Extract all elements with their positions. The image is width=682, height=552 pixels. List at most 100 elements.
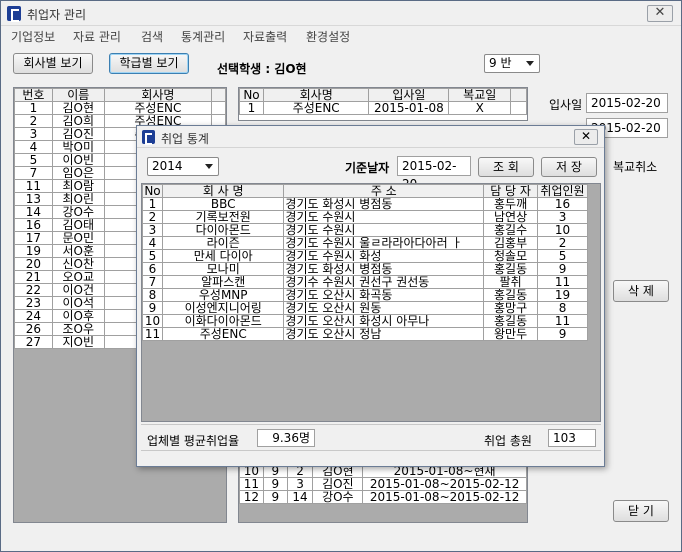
- table-cell: 16: [14, 218, 53, 232]
- table-cell: 문O민: [51, 231, 105, 245]
- table-cell: 만세 다이아: [161, 249, 285, 263]
- history-grid[interactable]: 10 9 2 김O현 2015-01-08~현재 11 9 3 김O진 2015-01-08~20…: [238, 463, 528, 523]
- table-cell: 김O현: [51, 101, 105, 115]
- col-header-company-name: 회 사 명: [161, 184, 285, 198]
- col-header-company-name: 회사명: [262, 88, 370, 102]
- table-cell: 조O우: [51, 322, 105, 336]
- table-cell: 8: [537, 301, 588, 315]
- table-cell: 6: [142, 262, 163, 276]
- table-row[interactable]: 1 김O현 주성ENC: [14, 101, 226, 115]
- company-grid[interactable]: No 회사명 입사일 복교일 1 주성ENC 2015-01-08 X: [238, 87, 528, 121]
- chevron-down-icon: [526, 61, 534, 66]
- avg-employment-label: 업체별 평균취업율: [147, 434, 240, 448]
- table-row[interactable]: 5 만세 다이아 경기도 수원시 화성 청솔모 5: [142, 249, 588, 263]
- view-by-company-button[interactable]: 회사별 보기: [13, 53, 93, 74]
- menu-company-info[interactable]: 기업정보: [11, 28, 55, 45]
- table-cell: 경기도 오산시 정남: [283, 327, 485, 341]
- table-cell: 홍길동: [483, 314, 539, 328]
- divider: [141, 450, 601, 451]
- table-row[interactable]: 3 다이아몬드 경기도 수원시 홍길수 10: [142, 223, 588, 237]
- table-cell: 12: [239, 490, 264, 504]
- table-cell: 남연상: [483, 210, 539, 224]
- class-select-value: 9 반: [489, 56, 512, 70]
- year-select[interactable]: 2014: [147, 157, 219, 176]
- table-cell: 주성ENC: [161, 327, 285, 341]
- table-cell: 경기도 화성시 병점동: [283, 262, 485, 276]
- base-date-field[interactable]: 2015-02-20: [397, 156, 471, 191]
- table-cell: 4: [142, 236, 163, 250]
- table-cell: 주성ENC: [262, 101, 370, 115]
- app-icon: [142, 130, 155, 145]
- table-cell: 홍망구: [483, 301, 539, 315]
- table-row[interactable]: 6 모나미 경기도 화성시 병점동 홍길동 9: [142, 262, 588, 276]
- query-button[interactable]: 조 회: [478, 157, 534, 177]
- close-icon[interactable]: ✕: [574, 129, 598, 145]
- table-row[interactable]: 1 주성ENC 2015-01-08 X: [239, 101, 527, 115]
- table-cell: 최O람: [51, 179, 105, 193]
- table-cell: 팔취: [483, 275, 539, 289]
- table-cell: 14: [14, 205, 53, 219]
- menu-statistics[interactable]: 통계관리: [181, 28, 225, 45]
- table-cell: 10: [537, 223, 588, 237]
- table-cell: 강O수: [51, 205, 105, 219]
- table-cell: 9: [142, 301, 163, 315]
- menu-search[interactable]: 검색: [141, 28, 163, 45]
- table-cell: 23: [14, 296, 53, 310]
- col-header-no: No: [142, 184, 163, 198]
- divider: [141, 424, 601, 425]
- col-header-name: 이름: [51, 88, 105, 102]
- table-row[interactable]: 4 라이즌 경기도 수원시 울ㄹ라라아다아러 ㅏ 김홍부 2: [142, 236, 588, 250]
- class-select[interactable]: 9 반: [484, 54, 540, 73]
- close-icon[interactable]: ✕: [647, 5, 673, 22]
- col-header-company: 회사명: [103, 88, 213, 102]
- col-header-manager: 담 당 자: [483, 184, 539, 198]
- table-cell: 알파스캔: [161, 275, 285, 289]
- table-cell: 3: [142, 223, 163, 237]
- table-cell: 17: [14, 231, 53, 245]
- table-cell: 경기도 수원시 울ㄹ라라아다아러 ㅏ: [283, 236, 485, 250]
- delete-button[interactable]: 삭 제: [613, 280, 669, 302]
- table-row[interactable]: 10 이화다이아몬드 경기도 오산시 화성시 아무나 홍길동 11: [142, 314, 588, 328]
- table-cell: 김O진: [312, 477, 364, 491]
- close-button[interactable]: 닫 기: [613, 500, 669, 522]
- table-cell: 홍길수: [483, 223, 539, 237]
- window-title: 취업자 관리: [27, 8, 87, 22]
- col-header-employed-count: 취업인원: [537, 184, 588, 198]
- avg-employment-value: 9.36명: [257, 429, 315, 447]
- selected-student-label: 선택학생 : 김O현: [217, 62, 307, 76]
- dialog-title-bar: 취업 통계 ✕: [137, 126, 604, 148]
- table-cell: 9: [537, 262, 588, 276]
- table-cell: 경기도 수원시 화성: [283, 249, 485, 263]
- cancel-return-label[interactable]: 복교취소: [613, 158, 657, 175]
- hire-date-field[interactable]: 2015-02-20: [586, 93, 668, 113]
- table-row[interactable]: 8 우성MNP 경기도 오산시 화곡동 홍길동 19: [142, 288, 588, 302]
- table-cell: 기록보전원: [161, 210, 285, 224]
- table-row[interactable]: 9 이성엔지니어링 경기도 오산시 원동 홍망구 8: [142, 301, 588, 315]
- col-header-no: No: [239, 88, 264, 102]
- year-select-value: 2014: [152, 159, 183, 173]
- table-cell: 27: [14, 335, 53, 349]
- table-cell: 김O진: [51, 127, 105, 141]
- table-row[interactable]: 11 주성ENC 경기도 오산시 정남 왕만두 9: [142, 327, 588, 341]
- table-cell: 임O은: [51, 166, 105, 180]
- table-cell: 5: [14, 153, 53, 167]
- table-row[interactable]: 1 BBC 경기도 화성시 병점동 홍두깨 16: [142, 197, 588, 211]
- menu-data-manage[interactable]: 자료 관리: [73, 28, 121, 45]
- table-row[interactable]: 7 알파스캔 경기수 수원시 권선구 권선동 팔취 11: [142, 275, 588, 289]
- col-header-address: 주 소: [283, 184, 485, 198]
- table-cell: 오O교: [51, 270, 105, 284]
- table-row[interactable]: 11 9 3 김O진 2015-01-08~2015-02-12: [239, 477, 527, 491]
- table-row[interactable]: 12 9 14 강O수 2015-01-08~2015-02-12: [239, 490, 527, 504]
- view-by-class-button[interactable]: 학급별 보기: [109, 53, 189, 74]
- menu-output[interactable]: 자료출력: [243, 28, 287, 45]
- stats-grid[interactable]: No 회 사 명 주 소 담 당 자 취업인원 1 BBC 경기도 화성시 병점동 홍…: [141, 183, 601, 422]
- table-cell: 11: [142, 327, 163, 341]
- table-row[interactable]: 2 기록보전원 경기도 수원시 남연상 3: [142, 210, 588, 224]
- save-button[interactable]: 저 장: [541, 157, 597, 177]
- main-window: 취업자 관리 ✕ 기업정보 자료 관리 검색 통계관리 자료출력 환경설정 회사…: [0, 0, 682, 552]
- table-cell: 9: [262, 477, 288, 491]
- menu-settings[interactable]: 환경설정: [306, 28, 350, 45]
- total-employed-label: 취업 총원: [484, 434, 532, 448]
- app-icon: [7, 6, 21, 22]
- table-cell: 19: [14, 244, 53, 258]
